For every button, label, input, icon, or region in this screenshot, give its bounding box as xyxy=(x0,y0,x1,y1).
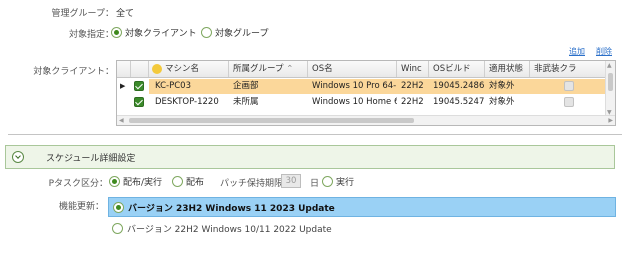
cell-status: 対象外 xyxy=(489,81,515,91)
feature-update-item[interactable]: バージョン 22H2 Windows 10/11 2022 Update xyxy=(108,218,616,238)
cell-group: 企画部 xyxy=(233,81,259,91)
radio-dot xyxy=(112,222,123,234)
radio-distribute[interactable]: 配布 xyxy=(172,175,204,188)
radio-dot xyxy=(322,176,333,187)
scroll-up-icon[interactable]: ▲ xyxy=(607,62,612,69)
target-spec-label: 対象指定： xyxy=(68,30,114,40)
management-group-value: 全て xyxy=(116,9,135,19)
cell-machine: DESKTOP-1220 xyxy=(155,97,219,107)
header-label: 所属グループ xyxy=(233,64,284,74)
scroll-thumb[interactable] xyxy=(608,73,613,91)
horizontal-scrollbar[interactable]: ◀ ▶ xyxy=(117,115,615,125)
cell-os: Windows 10 Home 6 xyxy=(312,97,397,107)
radio-run[interactable]: 実行 xyxy=(322,175,354,188)
vertical-scrollbar[interactable]: ▲ ▼ xyxy=(605,61,615,117)
radio-label: 対象グループ xyxy=(215,29,269,39)
feature-update-item-label: バージョン 22H2 Windows 10/11 2022 Update xyxy=(127,224,332,235)
header-machine-name[interactable]: マシン名 xyxy=(149,61,229,77)
schedule-section-header[interactable]: スケジュール詳細設定 xyxy=(5,145,615,169)
radio-dot xyxy=(109,176,120,187)
table-row[interactable]: ▶ KC-PC03 企画部 Windows 10 Pro 64- 22H2 19… xyxy=(117,79,607,94)
sort-caret-icon: ⌃ xyxy=(286,64,294,74)
patch-retention-label: パッチ保持期限 xyxy=(220,179,284,189)
radio-label: 配布/実行 xyxy=(123,178,163,188)
header-os-name[interactable]: OS名 xyxy=(308,61,397,77)
radio-target-clients[interactable]: 対象クライアント xyxy=(111,26,197,39)
radio-dot xyxy=(172,176,183,187)
header-win[interactable]: Winc xyxy=(397,61,429,77)
header-os-build[interactable]: OSビルド xyxy=(429,61,485,77)
add-link[interactable]: 追加 xyxy=(569,46,585,57)
radio-label: 配布 xyxy=(186,178,205,188)
cell-os: Windows 10 Pro 64- xyxy=(312,81,397,91)
feature-update-item-label: バージョン 23H2 Windows 11 2023 Update xyxy=(128,203,335,214)
row-indicator-icon: ▶ xyxy=(120,82,126,90)
patch-days-input[interactable] xyxy=(281,174,301,188)
row-checkbox[interactable] xyxy=(134,97,144,107)
days-unit-label: 日 xyxy=(310,179,320,189)
radio-label: 実行 xyxy=(336,178,355,188)
cell-build: 19045.2486 xyxy=(433,81,485,91)
feature-update-list: バージョン 23H2 Windows 11 2023 Update バージョン … xyxy=(108,197,616,241)
header-group[interactable]: 所属グループ ⌃ xyxy=(229,61,308,77)
target-clients-label: 対象クライアント： xyxy=(33,67,114,77)
cell-disarmed-checkbox xyxy=(564,81,574,91)
sort-icon xyxy=(152,63,162,74)
cell-disarmed-checkbox xyxy=(564,97,574,107)
header-label: マシン名 xyxy=(165,64,200,74)
radio-target-groups[interactable]: 対象グループ xyxy=(201,26,268,39)
cell-status: 対象外 xyxy=(489,97,515,107)
feature-update-label: 機能更新： xyxy=(58,202,104,212)
scroll-left-icon[interactable]: ◀ xyxy=(119,116,124,125)
cell-win: 22H2 xyxy=(401,81,424,91)
cell-win: 22H2 xyxy=(401,97,424,107)
header-status[interactable]: 適用状態 xyxy=(485,61,530,77)
radio-dot xyxy=(111,27,122,38)
radio-dot xyxy=(201,27,212,38)
radio-dot xyxy=(113,201,124,213)
cell-machine: KC-PC03 xyxy=(155,81,191,91)
cell-build: 19045.5247 xyxy=(433,97,485,107)
delete-link[interactable]: 削除 xyxy=(596,46,612,57)
section-divider xyxy=(8,134,622,135)
header-disarmed[interactable]: 非武装クラ xyxy=(530,61,607,77)
chevron-down-icon[interactable] xyxy=(12,151,24,163)
grid-header: マシン名 所属グループ ⌃ OS名 Winc OSビルド 適用状態 非武装クラ xyxy=(117,61,615,78)
feature-update-item[interactable]: バージョン 23H2 Windows 11 2023 Update xyxy=(108,197,616,217)
schedule-section-title: スケジュール詳細設定 xyxy=(46,154,136,164)
header-check-col[interactable] xyxy=(131,61,149,77)
row-checkbox[interactable] xyxy=(134,81,144,91)
scroll-thumb[interactable] xyxy=(129,118,414,123)
ptask-label: Pタスク区分： xyxy=(48,179,108,189)
header-indicator-col xyxy=(117,61,131,77)
table-row[interactable]: DESKTOP-1220 未所属 Windows 10 Home 6 22H2 … xyxy=(117,95,605,110)
radio-distribute-run[interactable]: 配布/実行 xyxy=(109,175,162,188)
scroll-right-icon[interactable]: ▶ xyxy=(608,116,613,125)
radio-label: 対象クライアント xyxy=(125,29,197,39)
cell-group: 未所属 xyxy=(233,97,259,107)
management-group-label: 管理グループ： xyxy=(51,9,114,19)
client-grid: マシン名 所属グループ ⌃ OS名 Winc OSビルド 適用状態 非武装クラ … xyxy=(116,60,616,126)
